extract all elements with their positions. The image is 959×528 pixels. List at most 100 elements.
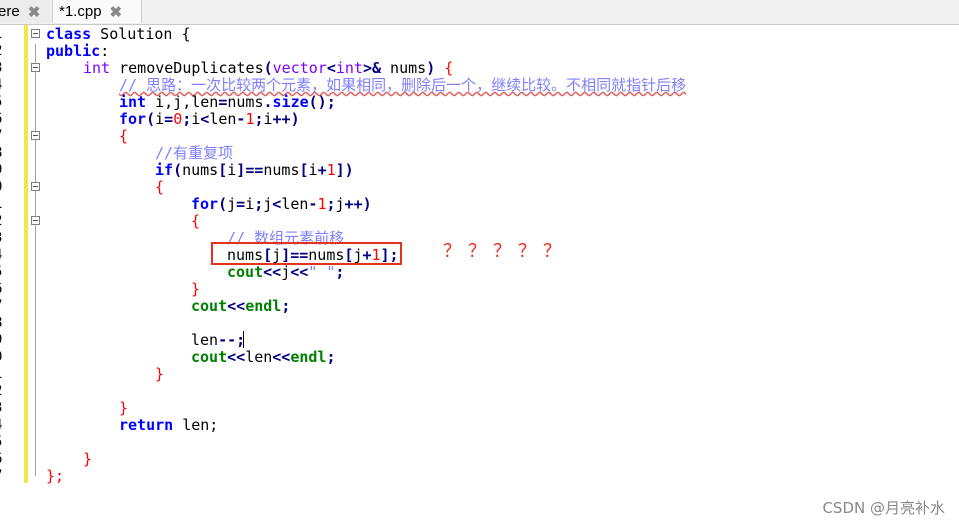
- paren: ): [426, 59, 436, 77]
- code-line: 5 cout<<j<<" ";: [0, 264, 959, 281]
- paren: (: [218, 195, 228, 213]
- code-text: :: [100, 42, 110, 60]
- brace: {: [119, 127, 129, 145]
- tab-bar: ere ✖ *1.cpp ✖: [0, 0, 959, 25]
- keyword: for: [119, 110, 147, 128]
- function-name: size: [272, 93, 309, 111]
- brace: }: [191, 280, 201, 298]
- fold-toggle-icon[interactable]: [31, 29, 40, 38]
- code-text: i: [191, 110, 201, 128]
- brace: {: [155, 178, 165, 196]
- close-tab-icon[interactable]: ✖: [110, 3, 123, 21]
- line-number: 3: [0, 400, 8, 417]
- operator: ++: [272, 110, 291, 128]
- code-line: 4 // 思路：一次比较两个元素，如果相同，删除后一个，继续比较。不相同就指针后…: [0, 77, 959, 94]
- keyword: public: [46, 42, 101, 60]
- type-keyword: int: [119, 93, 147, 111]
- operator: +: [317, 161, 327, 179]
- paren: (): [308, 93, 327, 111]
- operator: ==: [245, 161, 264, 179]
- code-line: 7 cout<<endl;: [0, 298, 959, 315]
- code-text: len: [191, 331, 219, 349]
- line-number: 4: [0, 247, 8, 264]
- code-text: nums: [381, 59, 427, 77]
- watermark: CSDN @月亮补水: [822, 499, 945, 517]
- text-cursor: [243, 331, 244, 348]
- line-number: 2: [0, 213, 8, 230]
- number: 0: [173, 110, 183, 128]
- code-line: 9 if(nums[i]==nums[i+1]): [0, 162, 959, 179]
- fold-toggle-icon[interactable]: [31, 216, 40, 225]
- operator: --;: [218, 331, 246, 349]
- brace: };: [46, 467, 65, 485]
- code-text: i: [227, 161, 237, 179]
- line-number: 3: [0, 230, 8, 247]
- operator: ;: [254, 195, 264, 213]
- code-text: j: [281, 263, 291, 281]
- line-number: 5: [0, 94, 8, 111]
- code-line: 0 cout<<len<<endl;: [0, 349, 959, 366]
- operator: ;: [254, 110, 264, 128]
- code-comment: // 思路：一次比较两个元素，如果相同，删除后一个，继续比较。不相同就指针后移: [119, 76, 687, 94]
- code-line: 1 for(j=i;j<len-1;j++): [0, 196, 959, 213]
- brace: }: [119, 399, 129, 417]
- code-text: j: [227, 195, 237, 213]
- stream-keyword: cout: [191, 348, 228, 366]
- code-text: i: [308, 161, 318, 179]
- operator: =: [236, 195, 246, 213]
- code-line: 6 }: [0, 451, 959, 468]
- line-number: 5: [0, 264, 8, 281]
- line-number: 3: [0, 60, 8, 77]
- line-number: 6: [0, 451, 8, 468]
- code-line: 5: [0, 434, 959, 451]
- code-text: len: [209, 110, 237, 128]
- code-line: 3 int removeDuplicates(vector<int>& nums…: [0, 60, 959, 77]
- operator: ++: [344, 195, 363, 213]
- number: 1: [326, 161, 336, 179]
- line-number: 4: [0, 417, 8, 434]
- fold-toggle-icon[interactable]: [31, 182, 40, 191]
- operator: ;: [335, 263, 345, 281]
- type-keyword: int: [83, 59, 111, 77]
- function-name: removeDuplicates: [110, 59, 264, 77]
- code-line: 3 }: [0, 400, 959, 417]
- stream-keyword: endl: [290, 348, 327, 366]
- line-number: 6: [0, 281, 8, 298]
- line-number: 8: [0, 315, 8, 332]
- code-text: nums: [182, 161, 219, 179]
- keyword: class: [46, 25, 92, 43]
- code-line: 2 public:: [0, 43, 959, 60]
- tab-file-1-cpp[interactable]: *1.cpp ✖: [52, 0, 142, 23]
- code-line: 5 int i,j,len=nums.size();: [0, 94, 959, 111]
- line-number: 1: [0, 366, 8, 383]
- operator: ]: [236, 161, 246, 179]
- paren: (: [263, 59, 273, 77]
- operator: ;: [326, 348, 336, 366]
- keyword: for: [191, 195, 219, 213]
- tab-file-ere[interactable]: ere ✖: [0, 0, 50, 23]
- code-text: i: [155, 110, 165, 128]
- line-number: 4: [0, 77, 8, 94]
- code-line: 4 return len;: [0, 417, 959, 434]
- highlight-box: [211, 242, 402, 265]
- operator: ;: [281, 297, 291, 315]
- code-text: i,j,len: [146, 93, 219, 111]
- string-literal: " ": [308, 263, 336, 281]
- paren: (: [146, 110, 156, 128]
- fold-toggle-icon[interactable]: [31, 131, 40, 140]
- line-number: 2: [0, 383, 8, 400]
- keyword: if: [155, 161, 174, 179]
- type-keyword: vector: [272, 59, 327, 77]
- code-line: 2: [0, 383, 959, 400]
- paren: ): [290, 110, 300, 128]
- fold-toggle-icon[interactable]: [31, 63, 40, 72]
- line-number: 7: [0, 128, 8, 145]
- code-text: i: [245, 195, 255, 213]
- operator: >: [362, 59, 372, 77]
- close-tab-icon[interactable]: ✖: [28, 3, 41, 21]
- code-comment: //有重复项: [155, 144, 234, 162]
- operator: ;: [326, 93, 336, 111]
- line-number: 6: [0, 111, 8, 128]
- line-number: 5: [0, 434, 8, 451]
- code-text: len: [281, 195, 309, 213]
